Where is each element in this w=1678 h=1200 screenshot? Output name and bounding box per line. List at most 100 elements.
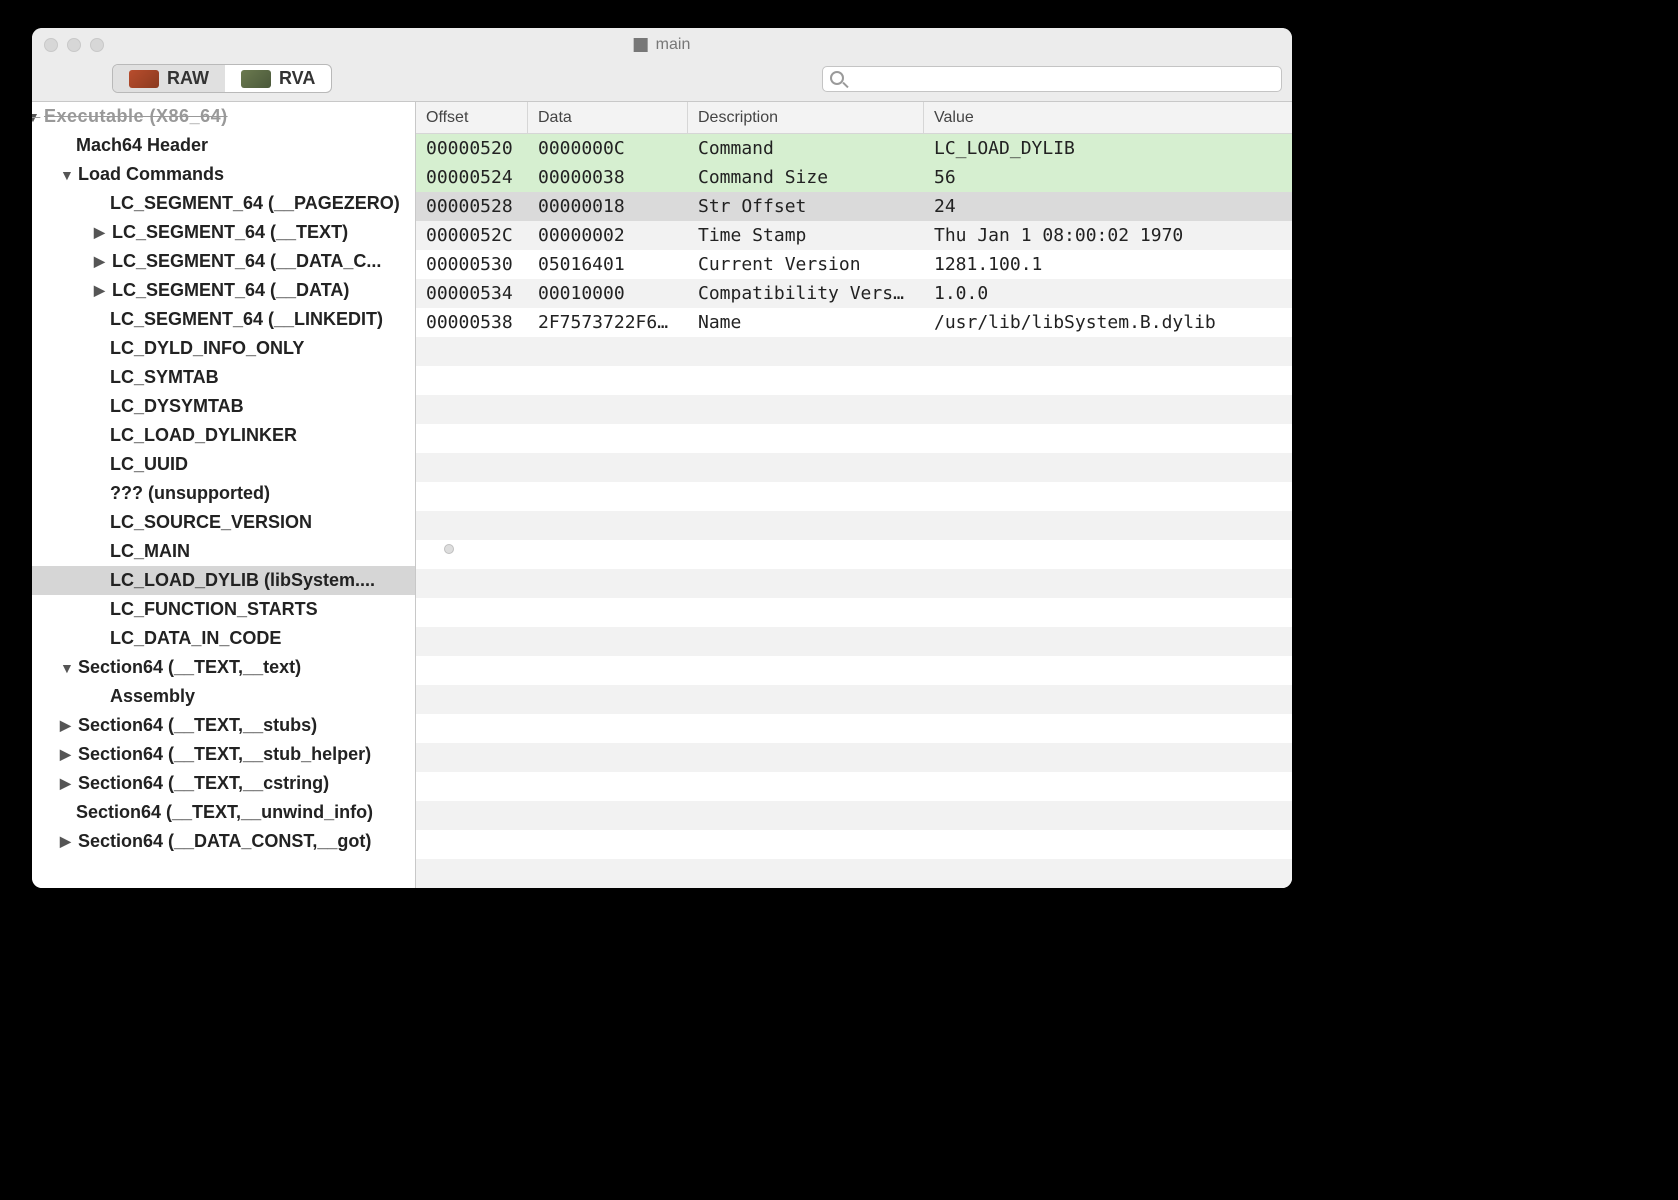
tree-item[interactable]: Assembly bbox=[32, 682, 415, 711]
table-row-empty bbox=[416, 859, 1292, 888]
toolbar: RAW RVA bbox=[32, 62, 1292, 102]
tree-item-label: LC_MAIN bbox=[110, 541, 190, 562]
structure-tree[interactable]: ▼Executable (X86_64)Mach64 Header▼Load C… bbox=[32, 102, 415, 888]
address-mode-segmented: RAW RVA bbox=[112, 64, 332, 93]
tree-item[interactable]: ▶Section64 (__DATA_CONST,__got) bbox=[32, 827, 415, 856]
table-row-empty bbox=[416, 424, 1292, 453]
table-body[interactable]: 000005200000000CCommandLC_LOAD_DYLIB0000… bbox=[416, 134, 1292, 888]
tree-item[interactable]: LC_SEGMENT_64 (__PAGEZERO) bbox=[32, 189, 415, 218]
chevron-right-icon[interactable]: ▶ bbox=[60, 717, 76, 734]
cell-value: 1.0.0 bbox=[924, 283, 1292, 304]
tree-item[interactable]: ▼Load Commands bbox=[32, 160, 415, 189]
chevron-right-icon[interactable]: ▶ bbox=[60, 746, 76, 763]
table-header: Offset Data Description Value bbox=[416, 102, 1292, 134]
table-row[interactable]: 0000053400010000Compatibility Version1.0… bbox=[416, 279, 1292, 308]
cell-data: 00000018 bbox=[528, 196, 688, 217]
rva-button[interactable]: RVA bbox=[225, 65, 331, 92]
tree-item[interactable]: ▶LC_SEGMENT_64 (__TEXT) bbox=[32, 218, 415, 247]
tree-item[interactable]: ▶Section64 (__TEXT,__cstring) bbox=[32, 769, 415, 798]
cell-offset: 00000538 bbox=[416, 312, 528, 333]
col-description[interactable]: Description bbox=[688, 102, 924, 133]
tree-item[interactable]: LC_DYLD_INFO_ONLY bbox=[32, 334, 415, 363]
tree-item-label: Section64 (__TEXT,__stub_helper) bbox=[78, 744, 371, 765]
table-row-empty bbox=[416, 598, 1292, 627]
tree-item[interactable]: ▶LC_SEGMENT_64 (__DATA_C... bbox=[32, 247, 415, 276]
table-row-empty bbox=[416, 685, 1292, 714]
chevron-right-icon[interactable]: ▶ bbox=[94, 282, 110, 299]
tree-item[interactable]: ??? (unsupported) bbox=[32, 479, 415, 508]
search-field-wrap bbox=[822, 66, 1282, 92]
cell-offset: 00000530 bbox=[416, 254, 528, 275]
tree-item[interactable]: LC_SOURCE_VERSION bbox=[32, 508, 415, 537]
table-row-empty bbox=[416, 830, 1292, 859]
table-row[interactable]: 0000052C00000002Time StampThu Jan 1 08:0… bbox=[416, 221, 1292, 250]
tree-item-label: LC_UUID bbox=[110, 454, 188, 475]
raw-label: RAW bbox=[167, 68, 209, 89]
tree-item-label: ??? (unsupported) bbox=[110, 483, 270, 504]
cell-value: /usr/lib/libSystem.B.dylib bbox=[924, 312, 1292, 333]
chevron-right-icon[interactable]: ▶ bbox=[60, 775, 76, 792]
close-icon[interactable] bbox=[44, 38, 58, 52]
tree-item[interactable]: ▶Section64 (__TEXT,__stub_helper) bbox=[32, 740, 415, 769]
chevron-right-icon[interactable]: ▶ bbox=[94, 224, 110, 241]
table-row-empty bbox=[416, 569, 1292, 598]
tree-item-label: LC_LOAD_DYLINKER bbox=[110, 425, 297, 446]
zoom-icon[interactable] bbox=[90, 38, 104, 52]
tree-item[interactable]: LC_SEGMENT_64 (__LINKEDIT) bbox=[32, 305, 415, 334]
chevron-down-icon[interactable]: ▼ bbox=[60, 167, 76, 183]
cell-offset: 00000534 bbox=[416, 283, 528, 304]
tree-item[interactable]: LC_DYSYMTAB bbox=[32, 392, 415, 421]
col-data[interactable]: Data bbox=[528, 102, 688, 133]
tree-item[interactable]: ▶LC_SEGMENT_64 (__DATA) bbox=[32, 276, 415, 305]
splitter-handle[interactable] bbox=[444, 544, 454, 554]
tree-item-label: Section64 (__TEXT,__cstring) bbox=[78, 773, 329, 794]
chevron-right-icon[interactable]: ▶ bbox=[60, 833, 76, 850]
chevron-down-icon[interactable]: ▼ bbox=[32, 109, 42, 125]
table-row-empty bbox=[416, 540, 1292, 569]
cell-value: 1281.100.1 bbox=[924, 254, 1292, 275]
tree-item[interactable]: LC_DATA_IN_CODE bbox=[32, 624, 415, 653]
search-input[interactable] bbox=[822, 66, 1282, 92]
tree-item[interactable]: LC_LOAD_DYLINKER bbox=[32, 421, 415, 450]
tree-item-label: LC_SEGMENT_64 (__PAGEZERO) bbox=[110, 193, 400, 214]
tree-item-label: LC_SEGMENT_64 (__TEXT) bbox=[112, 222, 348, 243]
tree-item[interactable]: ▼Section64 (__TEXT,__text) bbox=[32, 653, 415, 682]
table-row[interactable]: 0000052800000018Str Offset24 bbox=[416, 192, 1292, 221]
tree-item[interactable]: LC_LOAD_DYLIB (libSystem.... bbox=[32, 566, 415, 595]
cell-value: LC_LOAD_DYLIB bbox=[924, 138, 1292, 159]
tree-item-label: LC_SOURCE_VERSION bbox=[110, 512, 312, 533]
window-controls bbox=[44, 38, 104, 52]
table-row[interactable]: 000005382F7573722F6C…Name/usr/lib/libSys… bbox=[416, 308, 1292, 337]
tree-item[interactable]: LC_SYMTAB bbox=[32, 363, 415, 392]
tree-item-label: LC_DYLD_INFO_ONLY bbox=[110, 338, 304, 359]
titlebar: main bbox=[32, 28, 1292, 62]
cell-data: 2F7573722F6C… bbox=[528, 312, 688, 333]
raw-button[interactable]: RAW bbox=[113, 65, 225, 92]
tree-item[interactable]: LC_UUID bbox=[32, 450, 415, 479]
table-row-empty bbox=[416, 511, 1292, 540]
tree-item-label: LC_DYSYMTAB bbox=[110, 396, 244, 417]
tree-item[interactable]: Mach64 Header bbox=[32, 131, 415, 160]
table-row-empty bbox=[416, 714, 1292, 743]
tree-item[interactable]: ▶Section64 (__TEXT,__stubs) bbox=[32, 711, 415, 740]
table-row-empty bbox=[416, 482, 1292, 511]
minimize-icon[interactable] bbox=[67, 38, 81, 52]
col-value[interactable]: Value bbox=[924, 102, 1292, 133]
tree-item[interactable]: LC_MAIN bbox=[32, 537, 415, 566]
cell-offset: 00000520 bbox=[416, 138, 528, 159]
raw-chip-icon bbox=[129, 70, 159, 88]
tree-item-label: LC_FUNCTION_STARTS bbox=[110, 599, 318, 620]
table-row[interactable]: 000005200000000CCommandLC_LOAD_DYLIB bbox=[416, 134, 1292, 163]
tree-item-label: Executable (X86_64) bbox=[44, 106, 228, 127]
tree-item[interactable]: LC_FUNCTION_STARTS bbox=[32, 595, 415, 624]
table-row[interactable]: 0000052400000038Command Size56 bbox=[416, 163, 1292, 192]
chevron-right-icon[interactable]: ▶ bbox=[94, 253, 110, 270]
rva-chip-icon bbox=[241, 70, 271, 88]
chevron-down-icon[interactable]: ▼ bbox=[60, 660, 76, 676]
tree-item-label: Load Commands bbox=[78, 164, 224, 185]
tree-item[interactable]: ▼Executable (X86_64) bbox=[32, 102, 415, 131]
table-row[interactable]: 0000053005016401Current Version1281.100.… bbox=[416, 250, 1292, 279]
col-offset[interactable]: Offset bbox=[416, 102, 528, 133]
cell-description: Current Version bbox=[688, 254, 924, 275]
tree-item[interactable]: Section64 (__TEXT,__unwind_info) bbox=[32, 798, 415, 827]
